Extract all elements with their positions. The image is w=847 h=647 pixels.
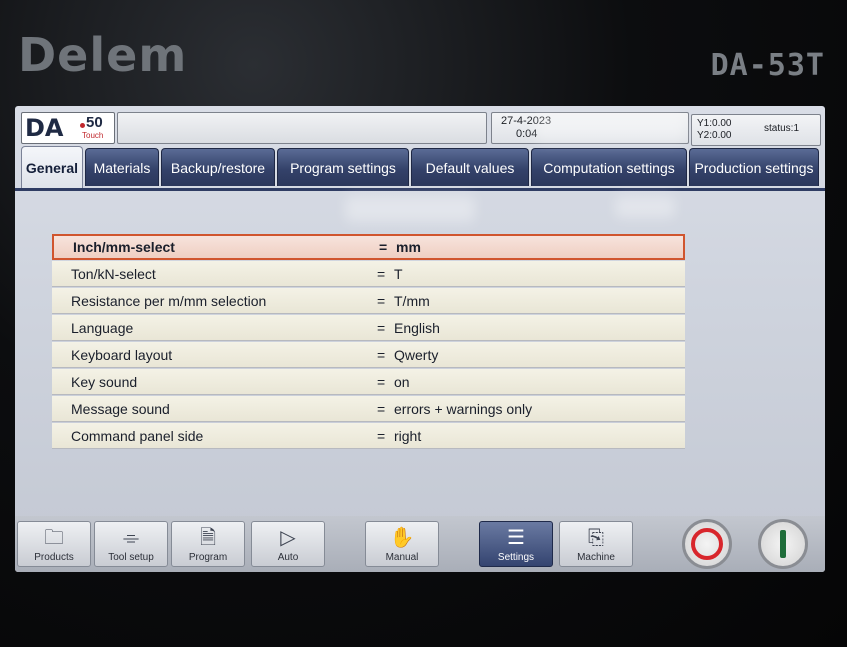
document-stack-icon: 🗎	[199, 527, 217, 549]
setting-row-keyboard-layout[interactable]: Keyboard layout = Qwerty	[52, 342, 685, 368]
setting-row-resistance[interactable]: Resistance per m/mm selection = T/mm	[52, 288, 685, 314]
machine-label: Machine	[577, 552, 615, 563]
model-label: DA-53T	[710, 48, 825, 83]
logo-dot-icon	[80, 123, 85, 128]
setting-row-message-sound[interactable]: Message sound = errors + warnings only	[52, 396, 685, 422]
setting-value: on	[394, 373, 410, 390]
folder-icon: 🗀	[44, 527, 64, 549]
equals-sign: =	[377, 265, 386, 282]
device-bezel: Delem DA-53T DA 50 Touch 27-4-2023 0:04 …	[0, 0, 847, 647]
tool-setup-label: Tool setup	[108, 552, 154, 563]
equals-sign: =	[377, 292, 386, 309]
setting-label: Keyboard layout	[71, 346, 173, 363]
program-label: Program	[188, 552, 228, 563]
tool-setup-button[interactable]: ⌯ Tool setup	[94, 521, 168, 567]
play-icon: ▷	[280, 527, 296, 549]
logo-subtitle: Touch	[82, 131, 104, 140]
date-time-box: 27-4-2023 0:04	[491, 112, 689, 144]
setting-label: Ton/kN-select	[71, 265, 156, 282]
settings-button[interactable]: ☰ Settings	[479, 521, 553, 567]
bottom-toolbar: 🗀 Products ⌯ Tool setup 🗎 Program ▷ Auto…	[15, 516, 825, 572]
products-button[interactable]: 🗀 Products	[17, 521, 91, 567]
setting-row-command-panel-side[interactable]: Command panel side = right	[52, 423, 685, 449]
time-display: 0:04	[516, 128, 538, 140]
setting-row-key-sound[interactable]: Key sound = on	[52, 369, 685, 395]
setting-value: T	[394, 265, 403, 282]
date-display: 27-4-2023	[501, 115, 552, 127]
setting-label: Message sound	[71, 400, 170, 417]
settings-label: Settings	[497, 552, 535, 563]
products-label: Products	[34, 552, 74, 563]
setting-row-ton-kn[interactable]: Ton/kN-select = T	[52, 261, 685, 287]
auto-label: Auto	[277, 552, 299, 563]
setting-label: Inch/mm-select	[73, 239, 175, 255]
settings-tabs: General Materials Backup/restore Program…	[21, 146, 821, 190]
equals-sign: =	[377, 400, 386, 417]
tab-production-settings[interactable]: Production settings	[689, 148, 819, 186]
machine-icon: ⎘	[588, 527, 604, 549]
y2-position: Y2:0.00	[697, 130, 732, 141]
setting-value: mm	[396, 239, 421, 255]
setting-row-inch-mm[interactable]: Inch/mm-select = mm	[52, 234, 685, 260]
axis-status-box: Y1:0.00 Y2:0.00 status:1	[691, 114, 821, 146]
setting-value: English	[394, 319, 440, 336]
tab-backup-restore[interactable]: Backup/restore	[161, 148, 275, 186]
stop-button[interactable]	[682, 519, 732, 569]
setting-value: Qwerty	[394, 346, 439, 363]
manual-label: Manual	[385, 552, 419, 563]
tab-computation-settings[interactable]: Computation settings	[531, 148, 687, 186]
machine-button[interactable]: ⎘ Machine	[559, 521, 633, 567]
auto-button[interactable]: ▷ Auto	[251, 521, 325, 567]
setting-label: Resistance per m/mm selection	[71, 292, 267, 309]
equals-sign: =	[379, 239, 388, 255]
setting-label: Command panel side	[71, 427, 204, 444]
equals-sign: =	[377, 427, 386, 444]
screen-glare	[345, 196, 475, 222]
tab-general[interactable]: General	[21, 146, 83, 188]
settings-table: Inch/mm-select = mm Ton/kN-select = T Re…	[52, 234, 685, 450]
controller-logo: DA 50 Touch	[21, 112, 115, 144]
start-button[interactable]	[758, 519, 808, 569]
punch-die-icon: ⌯	[123, 527, 139, 549]
stop-ring-icon	[691, 528, 723, 560]
touch-screen: DA 50 Touch 27-4-2023 0:04 Y1:0.00 Y2:0.…	[15, 106, 825, 572]
setting-value: T/mm	[394, 292, 430, 309]
list-settings-icon: ☰	[507, 527, 525, 549]
tab-program-settings[interactable]: Program settings	[277, 148, 409, 186]
setting-value: errors + warnings only	[394, 400, 533, 417]
message-box	[117, 112, 487, 144]
hand-icon: ✋	[389, 527, 415, 549]
program-button[interactable]: 🗎 Program	[171, 521, 245, 567]
setting-row-language[interactable]: Language = English	[52, 315, 685, 341]
y1-position: Y1:0.00	[697, 118, 732, 129]
status-bar: DA 50 Touch 27-4-2023 0:04 Y1:0.00 Y2:0.…	[21, 110, 821, 146]
screen-glare	[615, 196, 675, 218]
tab-default-values[interactable]: Default values	[411, 148, 529, 186]
equals-sign: =	[377, 346, 386, 363]
brand-logo: Delem	[18, 28, 188, 82]
setting-label: Key sound	[71, 373, 138, 390]
tab-divider	[15, 188, 825, 191]
equals-sign: =	[377, 373, 386, 390]
start-bar-icon	[780, 530, 786, 558]
equals-sign: =	[377, 319, 386, 336]
setting-value: right	[394, 427, 422, 444]
setting-label: Language	[71, 319, 134, 336]
machine-status: status:1	[764, 123, 800, 134]
manual-button[interactable]: ✋ Manual	[365, 521, 439, 567]
logo-number: 50	[86, 114, 103, 131]
tab-materials[interactable]: Materials	[85, 148, 159, 186]
logo-text: DA	[25, 114, 64, 142]
